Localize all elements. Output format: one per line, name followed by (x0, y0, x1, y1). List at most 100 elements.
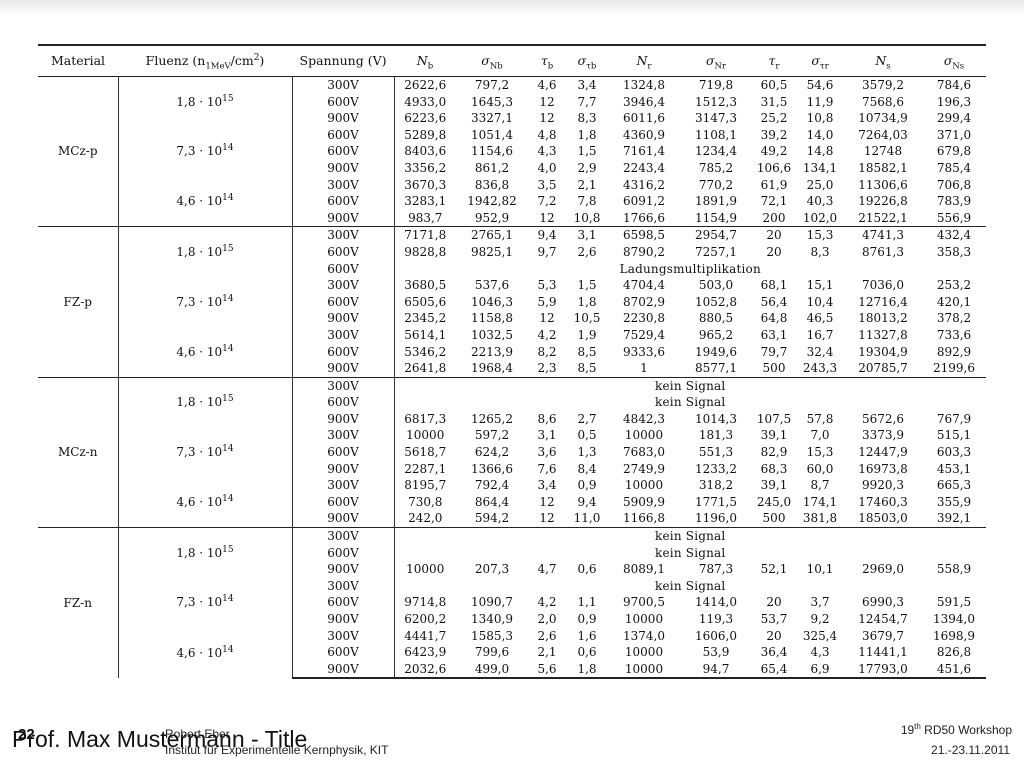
value-cell: 6200,2 (404, 612, 447, 626)
voltage-cell: 600V (292, 126, 395, 144)
voltage-cell: 600V (292, 644, 395, 661)
table-row: 4,6 · 1014 300V 5614,1 1032,5 4,2 1,9 7529,4 96… (38, 326, 986, 378)
value-cell: 7,7 (577, 94, 597, 109)
value-cell: 19304,9 (858, 344, 908, 359)
results-table: Material Fluenz (n1MeV/cm2) Spannung (V)… (38, 44, 986, 680)
value-cell: 1,1 (577, 595, 597, 610)
value-cell: 381,8 (802, 511, 838, 526)
value-cell: 7257,1 (695, 244, 737, 259)
value-cell: 679,8 (936, 144, 972, 159)
value-cell: 3,5 (537, 177, 557, 192)
slide-footer: Prof. Max Mustermann - Title 22 Robert E… (0, 720, 1024, 768)
voltage-cell: 900V (292, 510, 395, 528)
value-cell: 12 (539, 494, 555, 509)
header-spannung: Spannung (V) (292, 44, 394, 77)
value-cell: 3579,2 (844, 75, 922, 94)
value-cell: 1,6 (577, 628, 597, 643)
value-cell: 10000 (406, 428, 445, 443)
fluence-base: 7,3 · 10 (176, 294, 223, 309)
value-cell: 1891,9 (695, 194, 737, 209)
value-cell: 864,4 (474, 494, 510, 509)
value-cell: 785,2 (698, 160, 734, 175)
value-cell: 432,4 (922, 226, 986, 244)
value-cell: 1606,0 (695, 628, 737, 643)
value-cell: 9,4 (577, 494, 597, 509)
voltage-cell: 600V (292, 293, 395, 311)
fluence-cell: 7,3 · 1014 (118, 427, 293, 478)
value-cell: 1585,3 (471, 628, 513, 643)
value-cell: 7,2 (537, 194, 557, 209)
fluence-exponent: 15 (222, 93, 234, 104)
value-cell: 770,2 (698, 177, 734, 192)
value-cell: 1,8 (566, 660, 608, 680)
fluence-cell: 4,6 · 1014 (118, 627, 293, 679)
value-cell: 358,3 (936, 244, 972, 259)
value-cell: 32,4 (806, 344, 834, 359)
value-cell: 8790,2 (623, 244, 665, 259)
value-cell: 0,6 (577, 562, 597, 577)
fluence-exponent: 14 (222, 493, 234, 504)
value-cell: 1234,4 (695, 144, 737, 159)
value-cell: 39,1 (760, 478, 788, 493)
voltage-cell: 300V (292, 376, 395, 395)
value-cell: 5618,7 (404, 445, 447, 460)
voltage-cell: 900V (292, 209, 395, 227)
value-cell: 10000 (608, 660, 680, 680)
material-cell: MCz-n (38, 376, 119, 528)
value-cell: 2,1 (577, 177, 597, 192)
value-cell: 9,2 (810, 612, 830, 626)
value-cell: 8195,7 (404, 478, 447, 493)
value-cell: 8,3 (577, 111, 597, 126)
fluence-exponent: 15 (222, 544, 234, 555)
value-cell: 1340,9 (471, 612, 513, 626)
value-cell: 2,7 (577, 411, 597, 426)
value-cell: 2345,2 (404, 311, 447, 326)
fluence-base: 1,8 · 10 (176, 395, 223, 410)
value-cell: 31,5 (760, 94, 788, 109)
table-header-row: Material Fluenz (n1MeV/cm2) Spannung (V)… (38, 44, 986, 77)
header-sigma-tau-b: στb (566, 44, 608, 77)
value-cell: 355,9 (936, 494, 972, 509)
value-cell: 8761,3 (862, 244, 904, 259)
voltage-cell: 300V (292, 527, 395, 545)
value-cell: 1233,2 (695, 461, 737, 476)
value-cell: 3670,3 (404, 177, 447, 192)
fluence-cell: 1,8 · 1015 (118, 75, 293, 127)
value-cell: 2641,8 (404, 361, 447, 376)
value-cell: 6091,2 (623, 194, 665, 209)
value-cell: 9,7 (537, 244, 557, 259)
value-cell: 12 (539, 94, 555, 109)
value-cell: 785,4 (936, 160, 972, 175)
value-cell: 784,6 (922, 75, 986, 94)
voltage-cell: 300V (292, 277, 395, 294)
fluence-cell: 4,6 · 1014 (118, 176, 293, 227)
value-cell: 106,6 (756, 160, 792, 175)
value-cell: 7,8 (577, 194, 597, 209)
value-cell: 56,4 (760, 294, 788, 309)
value-cell: 119,3 (698, 612, 734, 626)
value-cell: 63,1 (760, 327, 788, 342)
value-cell: 0,6 (577, 645, 597, 660)
value-cell: 1052,8 (695, 294, 737, 309)
value-cell: 20 (752, 226, 796, 244)
voltage-cell: 900V (292, 159, 395, 177)
footer-author: Robert Eber (165, 727, 230, 741)
value-cell: 3147,3 (695, 111, 737, 126)
value-cell: 7161,4 (623, 144, 665, 159)
value-cell: 12748 (863, 144, 903, 159)
value-cell: 5614,1 (404, 327, 447, 342)
value-cell: 6990,3 (862, 595, 904, 610)
header-ns: Ns (844, 44, 922, 77)
value-cell: 892,9 (936, 344, 972, 359)
value-cell: 10,1 (806, 562, 834, 577)
value-cell: 2213,9 (471, 344, 513, 359)
fluence-exponent: 14 (222, 644, 234, 655)
value-cell: 1,5 (577, 144, 597, 159)
fluence-cell: 1,8 · 1015 (118, 376, 293, 428)
value-cell: 8,7 (810, 478, 830, 493)
value-cell: 8,5 (577, 361, 597, 376)
value-cell: 14,0 (806, 127, 834, 142)
value-cell: 624,2 (474, 445, 510, 460)
value-cell: 12447,9 (858, 445, 908, 460)
value-cell: 15,3 (796, 226, 844, 244)
